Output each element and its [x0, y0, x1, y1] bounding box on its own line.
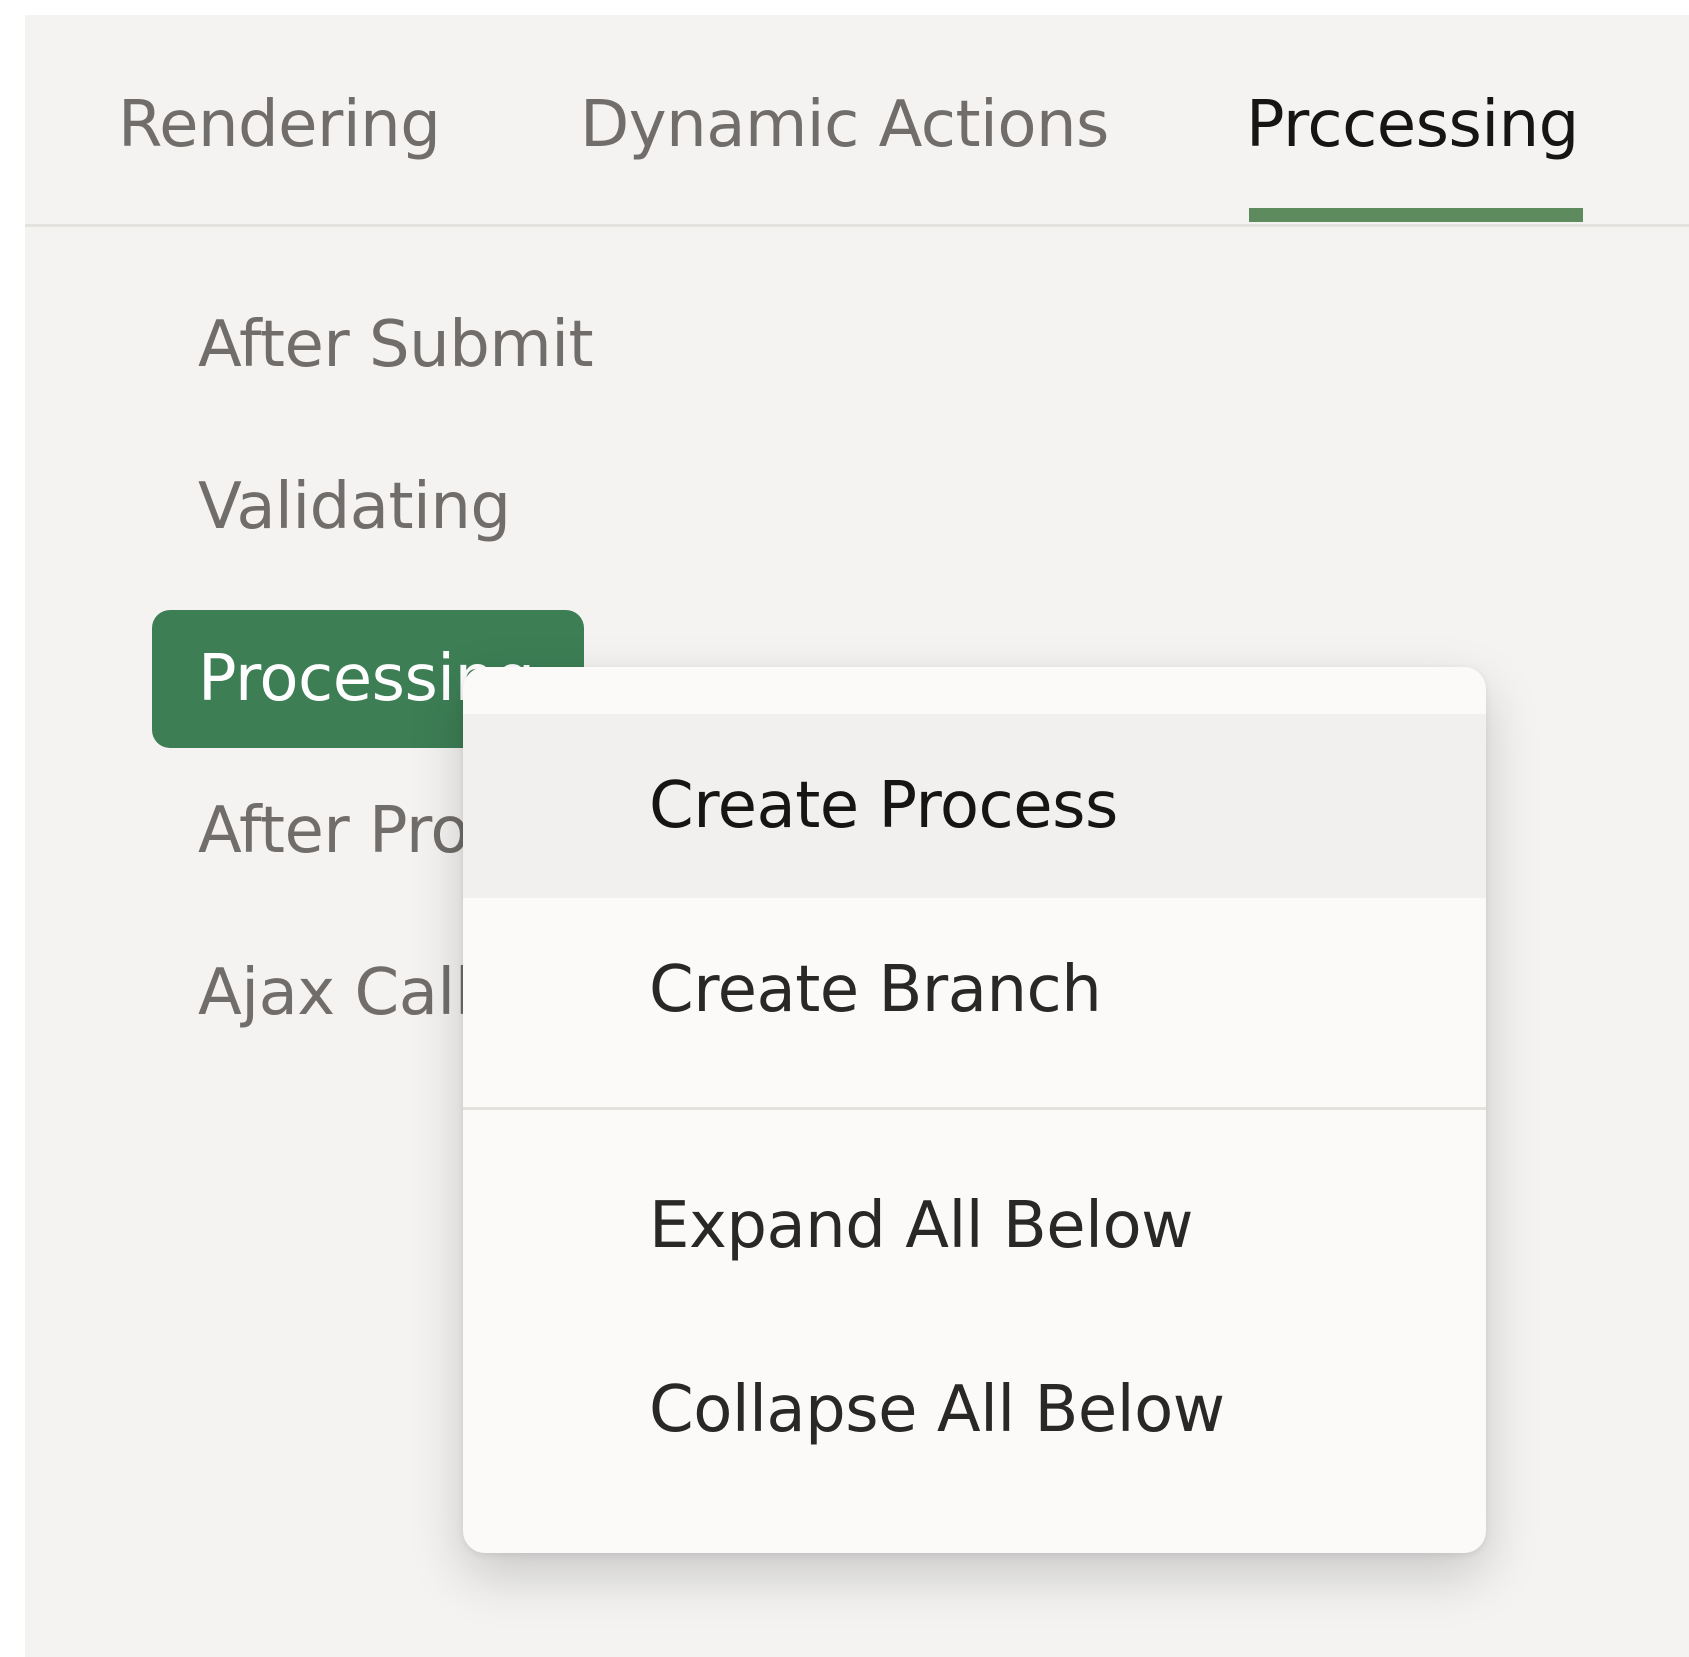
- tab-processing[interactable]: Prccessing: [1246, 85, 1579, 165]
- tab-dynamic-actions[interactable]: Dynamic Actions: [580, 85, 1109, 165]
- menu-item-create-branch[interactable]: Create Branch: [463, 898, 1486, 1082]
- menu-item-collapse-all-below[interactable]: Collapse All Below: [463, 1318, 1486, 1502]
- context-menu: Create Process Create Branch Expand All …: [463, 667, 1486, 1553]
- menu-item-create-process[interactable]: Create Process: [463, 714, 1486, 898]
- tab-bar: Rendering Dynamic Actions Prccessing: [25, 15, 1689, 227]
- tab-rendering[interactable]: Rendering: [118, 85, 441, 165]
- active-tab-indicator: [1249, 208, 1583, 222]
- menu-separator: [463, 1107, 1486, 1110]
- tree-item-after-submit[interactable]: After Submit: [198, 305, 594, 385]
- tree-item-validating[interactable]: Validating: [198, 467, 511, 547]
- menu-item-expand-all-below[interactable]: Expand All Below: [463, 1134, 1486, 1318]
